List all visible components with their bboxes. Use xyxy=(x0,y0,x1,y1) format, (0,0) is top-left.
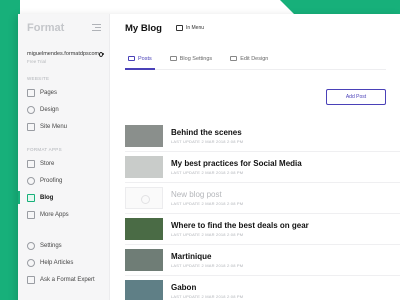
sidebar-item-label: Proofing xyxy=(40,177,63,184)
sidebar-item-label: Pages xyxy=(40,89,58,96)
sidebar-item-more-apps[interactable]: More Apps xyxy=(27,206,109,223)
tab-bar: Posts Blog Settings Edit Design xyxy=(125,56,386,70)
sidebar-item-proofing[interactable]: Proofing xyxy=(27,172,109,189)
sidebar-item-label: Design xyxy=(40,106,59,113)
in-menu-label: In Menu xyxy=(185,25,205,31)
account-name: miguelmendes.formatdpscom xyxy=(27,51,100,57)
sidebar: Format miguelmendes.formatdpscom Free Tr… xyxy=(18,14,110,300)
proofing-icon xyxy=(27,176,35,185)
post-thumbnail xyxy=(125,218,163,240)
help-icon xyxy=(27,258,35,267)
list-item[interactable]: Gabon LAST UPDATE 2 MAR 2018 2:08 PM xyxy=(125,276,400,300)
sidebar-item-label: Ask a Format Expert xyxy=(40,276,95,283)
post-title: Where to find the best deals on gear xyxy=(171,221,309,230)
sidebar-item-store[interactable]: Store xyxy=(27,155,109,172)
sidebar-header: Format xyxy=(27,20,109,36)
tab-edit-design[interactable]: Edit Design xyxy=(227,56,271,69)
plan-label: Free Trial xyxy=(27,59,47,64)
sidebar-item-label: Blog xyxy=(40,194,54,201)
sidebar-bottom-nav: Settings Help Articles Ask a Format Expe… xyxy=(27,237,95,288)
sidebar-item-settings[interactable]: Settings xyxy=(27,237,95,254)
tab-label: Posts xyxy=(138,56,152,62)
design-icon xyxy=(27,105,35,114)
list-item[interactable]: Behind the scenes LAST UPDATE 2 MAR 2018… xyxy=(125,121,400,152)
post-meta: LAST UPDATE 2 MAR 2018 2:08 PM xyxy=(171,263,244,268)
pages-icon xyxy=(27,88,35,97)
sidebar-item-label: Store xyxy=(40,160,55,167)
sidebar-item-pages[interactable]: Pages xyxy=(27,84,109,101)
gear-icon xyxy=(27,241,35,250)
tab-label: Edit Design xyxy=(240,56,269,62)
post-title: My best practices for Social Media xyxy=(171,159,302,168)
main-content: My Blog In Menu Posts Blog Settings Edit… xyxy=(110,14,400,300)
sidebar-item-ask-expert[interactable]: Ask a Format Expert xyxy=(27,271,95,288)
sidebar-item-blog[interactable]: Blog xyxy=(18,189,109,206)
tab-posts[interactable]: Posts xyxy=(125,56,155,70)
in-menu-toggle[interactable]: In Menu xyxy=(175,25,205,31)
add-post-button[interactable]: Add Post xyxy=(326,89,386,105)
account-switcher[interactable]: miguelmendes.formatdpscom xyxy=(27,51,109,57)
post-meta: LAST UPDATE 2 MAR 2018 2:08 PM xyxy=(171,201,244,206)
section-label-website: WEBSITE xyxy=(27,76,50,81)
site-menu-icon xyxy=(27,122,35,131)
post-title: Behind the scenes xyxy=(171,128,242,137)
page-header: My Blog In Menu xyxy=(125,20,386,36)
brand-logo: Format xyxy=(27,22,65,34)
blog-icon xyxy=(27,193,35,202)
app-window: Format miguelmendes.formatdpscom Free Tr… xyxy=(18,14,400,300)
chat-icon xyxy=(27,275,35,284)
tab-label: Blog Settings xyxy=(179,56,213,62)
list-item[interactable]: My best practices for Social Media LAST … xyxy=(125,152,400,183)
design-icon xyxy=(230,56,238,61)
list-item[interactable]: Where to find the best deals on gear LAS… xyxy=(125,214,400,245)
post-thumbnail-placeholder xyxy=(125,187,163,209)
post-meta: LAST UPDATE 2 MAR 2018 2:08 PM xyxy=(171,294,244,299)
post-meta: LAST UPDATE 2 MAR 2018 2:08 PM xyxy=(171,139,244,144)
eye-icon[interactable] xyxy=(99,51,104,57)
sidebar-item-label: Settings xyxy=(40,242,62,249)
post-meta: LAST UPDATE 2 MAR 2018 2:08 PM xyxy=(171,232,244,237)
sidebar-item-site-menu[interactable]: Site Menu xyxy=(27,118,109,135)
list-item[interactable]: Martinique LAST UPDATE 2 MAR 2018 2:08 P… xyxy=(125,245,400,276)
menu-icon xyxy=(175,25,183,31)
page-title: My Blog xyxy=(125,22,162,34)
post-title: New blog post xyxy=(171,190,222,199)
post-meta: LAST UPDATE 2 MAR 2018 2:08 PM xyxy=(171,170,244,175)
section-label-format-apps: FORMAT APPS xyxy=(27,147,62,152)
sidebar-item-label: More Apps xyxy=(40,211,69,218)
post-thumbnail xyxy=(125,156,163,178)
grid-icon xyxy=(27,210,35,219)
post-thumbnail xyxy=(125,280,163,300)
collapse-sidebar-icon[interactable] xyxy=(92,24,101,32)
sidebar-item-label: Help Articles xyxy=(40,259,74,266)
post-list: Behind the scenes LAST UPDATE 2 MAR 2018… xyxy=(125,121,400,300)
post-title: Martinique xyxy=(171,252,212,261)
tab-blog-settings[interactable]: Blog Settings xyxy=(167,56,215,69)
list-item[interactable]: New blog post LAST UPDATE 2 MAR 2018 2:0… xyxy=(125,183,400,214)
post-thumbnail xyxy=(125,249,163,271)
store-icon xyxy=(27,159,35,168)
sidebar-item-design[interactable]: Design xyxy=(27,101,109,118)
post-thumbnail xyxy=(125,125,163,147)
sidebar-item-label: Site Menu xyxy=(40,123,68,130)
sidebar-item-help-articles[interactable]: Help Articles xyxy=(27,254,95,271)
pencil-icon xyxy=(169,56,177,61)
post-title: Gabon xyxy=(171,283,197,292)
posts-icon xyxy=(128,56,135,61)
